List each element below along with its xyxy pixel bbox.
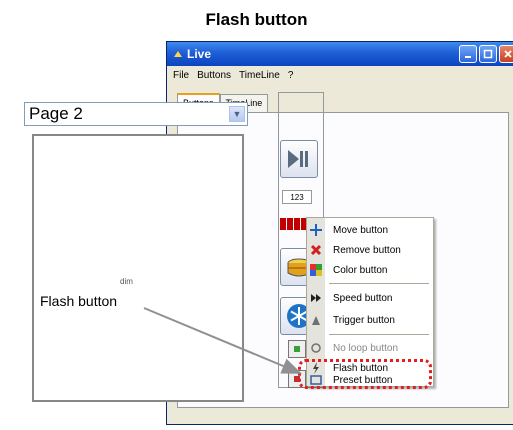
callout-arrow [143,307,302,374]
